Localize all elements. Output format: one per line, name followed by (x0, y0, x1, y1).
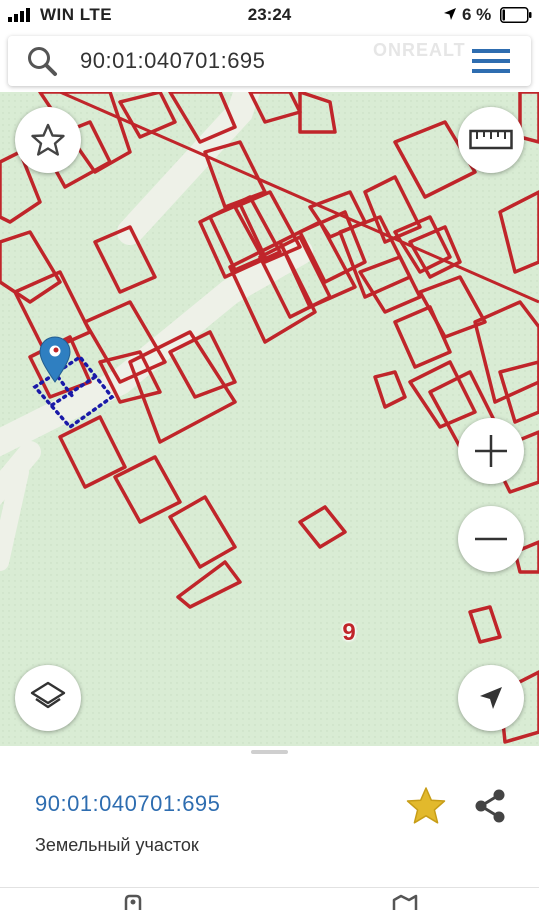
location-services-icon (444, 8, 456, 20)
battery-icon (500, 7, 532, 23)
tab-bar-icon-left[interactable] (118, 894, 148, 910)
cadastral-map[interactable]: 9 (0, 92, 539, 746)
parcel-cadastral-number: 90:01:040701:695 (35, 791, 221, 816)
clock: 23:24 (247, 5, 292, 24)
status-bar: WIN LTE 23:24 6 % (0, 0, 539, 30)
map-canvas[interactable] (0, 92, 539, 746)
star-outline-icon (31, 123, 65, 156)
minus-icon (475, 537, 507, 541)
navigation-arrow-icon (480, 687, 502, 709)
app-watermark: ONREALT (373, 40, 466, 60)
share-icon[interactable] (470, 784, 510, 828)
parcel-type-label: Земельный участок (35, 835, 199, 855)
plus-icon (475, 435, 507, 467)
zoom-in-button[interactable] (458, 418, 524, 484)
parcel-info-panel[interactable]: 90:01:040701:695 Земельный участок (0, 746, 539, 910)
layers-icon (30, 681, 66, 709)
star-filled-icon[interactable] (404, 784, 448, 828)
my-location-button[interactable] (458, 665, 524, 731)
map-area-label: 9 (342, 619, 356, 646)
battery-percent: 6 % (462, 5, 492, 24)
measure-button[interactable] (458, 107, 524, 173)
panel-divider (0, 887, 539, 888)
hamburger-menu-icon[interactable] (472, 46, 510, 76)
tab-bar-icon-right[interactable] (390, 894, 420, 910)
search-icon[interactable] (26, 45, 58, 77)
zoom-out-button[interactable] (458, 506, 524, 572)
drag-handle[interactable] (251, 750, 288, 754)
favorite-map-button[interactable] (15, 107, 81, 173)
layers-button[interactable] (15, 665, 81, 731)
search-input[interactable]: 90:01:040701:695 (80, 48, 265, 74)
search-bar[interactable]: ONREALT 90:01:040701:695 (8, 36, 531, 86)
ruler-icon (469, 129, 513, 150)
